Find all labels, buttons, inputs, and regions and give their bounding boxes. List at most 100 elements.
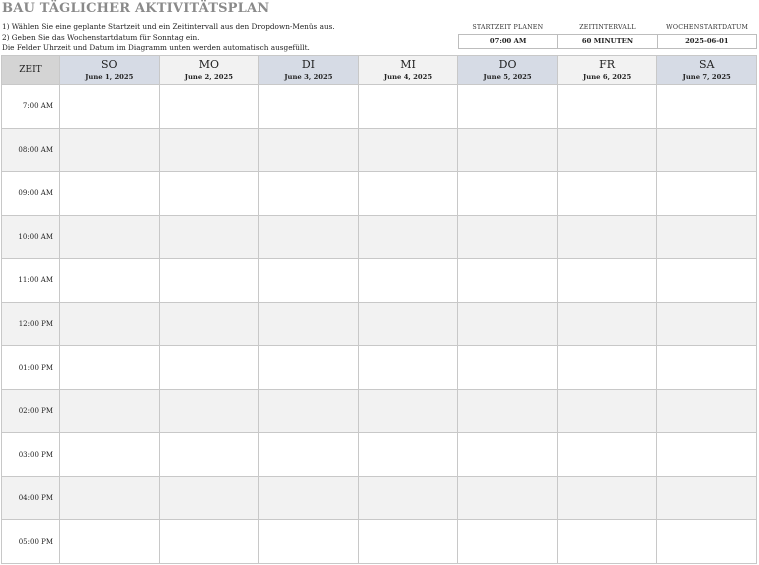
- time-slot-label: 01:00 PM: [2, 346, 60, 390]
- schedule-cell[interactable]: [259, 476, 359, 521]
- schedule-cell[interactable]: [557, 346, 658, 390]
- schedule-cell[interactable]: [159, 433, 260, 477]
- schedule-cell[interactable]: [358, 302, 459, 347]
- schedule-cell[interactable]: [657, 433, 757, 477]
- schedule-cell[interactable]: [458, 433, 558, 477]
- schedule-cell[interactable]: [259, 433, 359, 477]
- start-time-label: STARTZEIT PLANEN: [472, 24, 544, 31]
- schedule-cell[interactable]: [358, 476, 459, 521]
- schedule-cell[interactable]: [358, 433, 459, 477]
- day-name: DO: [498, 58, 517, 71]
- interval-select[interactable]: 60 MINUTEN: [558, 35, 658, 48]
- schedule-cell[interactable]: [60, 259, 160, 303]
- week-start-input[interactable]: 2025-06-01: [658, 35, 756, 48]
- schedule-cell[interactable]: [60, 172, 160, 216]
- schedule-cell[interactable]: [159, 302, 260, 347]
- schedule-cell[interactable]: [358, 346, 459, 390]
- schedule-cell[interactable]: [259, 302, 359, 347]
- schedule-cell[interactable]: [657, 476, 757, 521]
- day-name: FR: [599, 58, 616, 71]
- day-header: MI June 4, 2025: [358, 56, 459, 85]
- instruction-line: 1) Wählen Sie eine geplante Startzeit un…: [2, 22, 335, 31]
- schedule-cell[interactable]: [458, 259, 558, 303]
- schedule-cell[interactable]: [557, 259, 658, 303]
- schedule-cell[interactable]: [358, 172, 459, 216]
- schedule-cell[interactable]: [657, 259, 757, 303]
- schedule-cell[interactable]: [458, 302, 558, 347]
- day-header: DO June 5, 2025: [458, 56, 558, 85]
- schedule-cell[interactable]: [60, 433, 160, 477]
- time-slot-label: 05:00 PM: [2, 520, 60, 564]
- schedule-cell[interactable]: [557, 520, 658, 564]
- day-name: MO: [198, 58, 219, 71]
- schedule-cell[interactable]: [657, 389, 757, 434]
- day-name: SO: [101, 58, 118, 71]
- time-column-header: ZEIT: [2, 56, 60, 85]
- schedule-cell[interactable]: [60, 128, 160, 173]
- start-time-select[interactable]: 07:00 AM: [459, 35, 559, 48]
- schedule-cell[interactable]: [657, 172, 757, 216]
- day-header: MO June 2, 2025: [159, 56, 260, 85]
- time-slot-label: 10:00 AM: [2, 215, 60, 260]
- schedule-cell[interactable]: [60, 389, 160, 434]
- schedule-cell[interactable]: [259, 520, 359, 564]
- day-name: DI: [301, 58, 315, 71]
- schedule-cell[interactable]: [159, 172, 260, 216]
- schedule-cell[interactable]: [557, 476, 658, 521]
- schedule-cell[interactable]: [458, 520, 558, 564]
- schedule-cell[interactable]: [557, 172, 658, 216]
- schedule-cell[interactable]: [358, 215, 459, 260]
- day-header: FR June 6, 2025: [557, 56, 658, 85]
- schedule-cell[interactable]: [458, 476, 558, 521]
- schedule-cell[interactable]: [657, 346, 757, 390]
- schedule-cell[interactable]: [259, 389, 359, 434]
- schedule-cell[interactable]: [657, 215, 757, 260]
- schedule-cell[interactable]: [557, 128, 658, 173]
- schedule-cell[interactable]: [458, 172, 558, 216]
- schedule-cell[interactable]: [358, 520, 459, 564]
- schedule-cell[interactable]: [557, 302, 658, 347]
- schedule-cell[interactable]: [60, 85, 160, 129]
- schedule-cell[interactable]: [159, 476, 260, 521]
- schedule-cell[interactable]: [60, 346, 160, 390]
- schedule-cell[interactable]: [60, 215, 160, 260]
- schedule-cell[interactable]: [60, 520, 160, 564]
- schedule-cell[interactable]: [657, 128, 757, 173]
- schedule-cell[interactable]: [259, 128, 359, 173]
- instruction-line: 2) Geben Sie das Wochenstartdatum für So…: [2, 32, 200, 42]
- schedule-cell[interactable]: [259, 346, 359, 390]
- time-slot-label: 02:00 PM: [2, 389, 60, 434]
- schedule-cell[interactable]: [458, 389, 558, 434]
- schedule-cell[interactable]: [159, 346, 260, 390]
- schedule-cell[interactable]: [259, 172, 359, 216]
- schedule-cell[interactable]: [657, 85, 757, 129]
- schedule-cell[interactable]: [159, 259, 260, 303]
- schedule-cell[interactable]: [557, 433, 658, 477]
- schedule-cell[interactable]: [657, 520, 757, 564]
- schedule-cell[interactable]: [358, 85, 459, 129]
- day-date: June 1, 2025: [85, 73, 134, 81]
- schedule-cell[interactable]: [259, 215, 359, 260]
- schedule-cell[interactable]: [557, 85, 658, 129]
- schedule-cell[interactable]: [358, 259, 459, 303]
- schedule-cell[interactable]: [557, 215, 658, 260]
- schedule-cell[interactable]: [60, 302, 160, 347]
- schedule-cell[interactable]: [60, 476, 160, 521]
- schedule-cell[interactable]: [557, 389, 658, 434]
- schedule-cell[interactable]: [259, 259, 359, 303]
- time-slot-label: 08:00 AM: [2, 128, 60, 173]
- schedule-cell[interactable]: [159, 85, 260, 129]
- schedule-cell[interactable]: [458, 128, 558, 173]
- schedule-cell[interactable]: [159, 389, 260, 434]
- schedule-cell[interactable]: [159, 215, 260, 260]
- schedule-cell[interactable]: [358, 389, 459, 434]
- schedule-cell[interactable]: [259, 85, 359, 129]
- schedule-cell[interactable]: [358, 128, 459, 173]
- schedule-cell[interactable]: [458, 85, 558, 129]
- schedule-cell[interactable]: [458, 346, 558, 390]
- schedule-cell[interactable]: [458, 215, 558, 260]
- day-date: June 3, 2025: [284, 73, 333, 81]
- schedule-cell[interactable]: [159, 520, 260, 564]
- schedule-cell[interactable]: [159, 128, 260, 173]
- schedule-cell[interactable]: [657, 302, 757, 347]
